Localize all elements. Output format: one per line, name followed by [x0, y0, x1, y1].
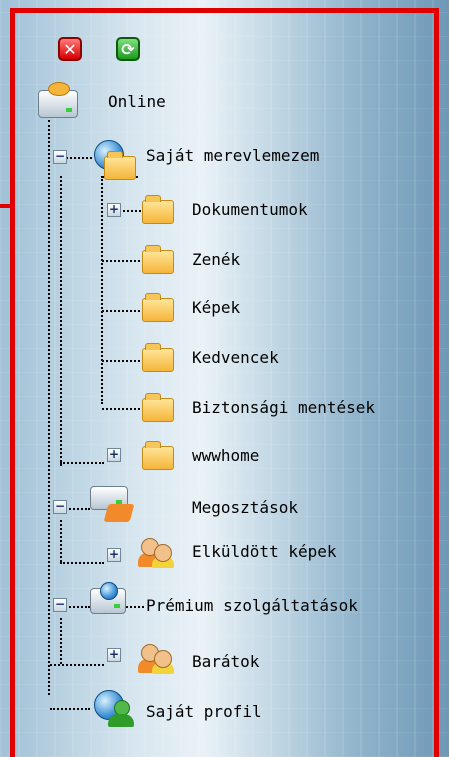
- connector-wwwhome: [60, 462, 104, 464]
- connector-baratok: [50, 664, 104, 666]
- expand-toggle-elkuldott[interactable]: +: [107, 548, 121, 562]
- connector-dokumentumok: [123, 210, 141, 212]
- folder-icon: [142, 343, 174, 372]
- expand-toggle-dokumentumok[interactable]: +: [107, 203, 121, 217]
- refresh-button[interactable]: ⟳: [116, 37, 140, 61]
- folder-icon: [142, 441, 174, 470]
- folder-icon: [142, 195, 174, 224]
- close-button[interactable]: ✕: [58, 37, 82, 61]
- tree-item-wwwhome[interactable]: wwwhome: [192, 446, 259, 466]
- people-icon: [138, 536, 174, 568]
- connector-kepek: [102, 310, 140, 312]
- connector-zenek: [102, 260, 140, 262]
- folder-icon: [142, 293, 174, 322]
- tree-item-my-drive[interactable]: Saját merevlemezem: [146, 146, 319, 166]
- tree-item-biztonsagi-mentesek[interactable]: Biztonsági mentések: [192, 398, 375, 418]
- tree-item-kedvencek[interactable]: Kedvencek: [192, 348, 279, 368]
- folder-icon: [104, 151, 136, 180]
- people-icon: [138, 642, 174, 674]
- tree-line-shares: [60, 520, 62, 562]
- tree-line-root: [48, 120, 50, 695]
- tree-item-baratok[interactable]: Barátok: [192, 652, 259, 672]
- tree-item-online[interactable]: Online: [108, 92, 166, 112]
- connector-profil: [50, 708, 90, 710]
- folder-tree: ✕ ⟳ Online − Saját merevlemezem + Dokume…: [0, 0, 449, 757]
- tree-line-drive: [101, 176, 103, 404]
- folder-icon: [142, 393, 174, 422]
- connector-kedvencek: [102, 360, 140, 362]
- collapse-toggle-premium[interactable]: −: [53, 598, 67, 612]
- tree-line-premium: [60, 618, 62, 664]
- network-badge-icon: [48, 82, 70, 96]
- expand-toggle-wwwhome[interactable]: +: [107, 448, 121, 462]
- tree-item-megosztasok[interactable]: Megosztások: [192, 498, 298, 518]
- close-icon: ✕: [63, 40, 77, 59]
- connector-biztonsagi: [102, 408, 140, 410]
- share-arrow-icon: [103, 504, 135, 522]
- tree-item-zenek[interactable]: Zenék: [192, 250, 240, 270]
- tree-item-elkuldott-kepek[interactable]: Elküldött képek: [192, 542, 337, 562]
- collapse-toggle-shares[interactable]: −: [53, 500, 67, 514]
- refresh-icon: ⟳: [121, 40, 135, 59]
- globe-icon: [100, 582, 118, 600]
- tree-line-drive-outer: [60, 176, 62, 466]
- tree-item-sajat-profil[interactable]: Saját profil: [146, 702, 262, 722]
- profile-icon: [104, 698, 138, 728]
- tree-item-premium[interactable]: Prémium szolgáltatások: [146, 596, 358, 616]
- connector-elkuldott: [60, 562, 104, 564]
- folder-icon: [142, 245, 174, 274]
- collapse-toggle-drive[interactable]: −: [53, 150, 67, 164]
- tree-item-kepek[interactable]: Képek: [192, 298, 240, 318]
- tree-item-dokumentumok[interactable]: Dokumentumok: [192, 200, 308, 220]
- expand-toggle-baratok[interactable]: +: [107, 648, 121, 662]
